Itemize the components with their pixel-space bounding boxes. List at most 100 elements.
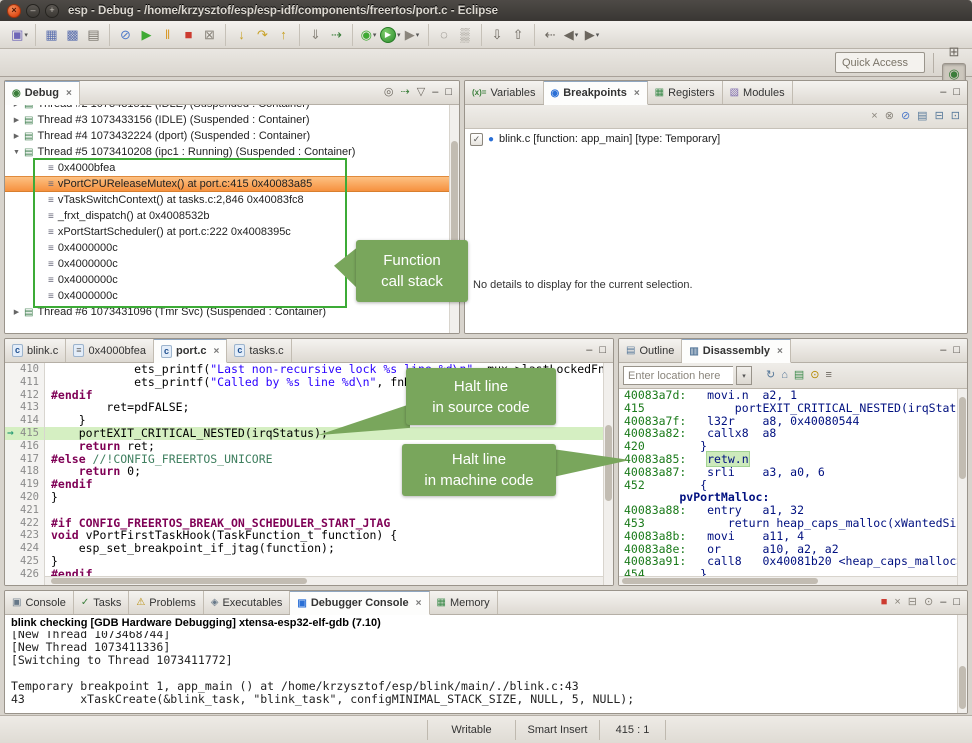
line-number[interactable]: 424 [5, 542, 44, 555]
refresh-icon[interactable]: ↻ [766, 370, 775, 381]
line-number[interactable]: 422 [5, 517, 44, 530]
instruction-stepping-button[interactable]: ⇢ [327, 25, 346, 45]
back-button[interactable]: ◀▾ [562, 25, 581, 45]
view-tab-variables[interactable]: (x)=Variables [465, 81, 544, 104]
line-number[interactable]: 421 [5, 504, 44, 517]
open-perspective-button[interactable]: ⊞ [942, 41, 966, 63]
disassembly-vertical-scrollbar[interactable] [957, 389, 967, 585]
console-tab-debugger-console[interactable]: ▣Debugger Console× [290, 591, 429, 615]
save-button[interactable]: ▦ [42, 25, 61, 45]
mark-occurrences-button[interactable]: ▒ [456, 25, 475, 45]
go-to-file-icon[interactable]: ▤ [917, 111, 927, 122]
line-number[interactable]: 416 [5, 440, 44, 453]
thread-row[interactable]: ▶▤Thread #4 1073432224 (dport) (Suspende… [5, 128, 459, 144]
previous-annotation-button[interactable]: ⇧ [509, 25, 528, 45]
show-source-icon[interactable]: ▤ [794, 370, 804, 381]
disassembly-horizontal-scrollbar[interactable] [619, 576, 957, 585]
step-into-button[interactable]: ↓ [232, 25, 251, 45]
twisty-icon[interactable]: ▶ [11, 105, 22, 108]
dropdown-arrow-icon[interactable]: ▾ [596, 31, 600, 39]
view-tab-outline[interactable]: ▤Outline [619, 339, 682, 362]
debug-button[interactable]: ◉▾ [359, 25, 378, 45]
maximize-icon[interactable]: □ [445, 87, 452, 98]
window-close-button[interactable]: × [7, 4, 21, 18]
line-number[interactable]: 411 [5, 376, 44, 389]
close-tab-icon[interactable]: × [214, 346, 220, 357]
console-tab-memory[interactable]: ▦Memory [430, 591, 498, 614]
resume-button[interactable]: ▶ [137, 25, 156, 45]
maximize-icon[interactable]: □ [953, 87, 960, 98]
disconnect-button[interactable]: ⊠ [200, 25, 219, 45]
dropdown-arrow-icon[interactable]: ▾ [24, 31, 28, 39]
location-input[interactable]: Enter location here [623, 366, 733, 385]
maximize-icon[interactable]: □ [953, 597, 960, 608]
console-output[interactable]: [New Thread 1073468744][New Thread 10734… [5, 631, 967, 713]
console-tab-executables[interactable]: ◈Executables [204, 591, 291, 614]
view-tab-disassembly[interactable]: ▥Disassembly× [682, 339, 791, 363]
instruction-stepping-mode-icon[interactable]: ⇢ [401, 87, 410, 98]
minimize-icon[interactable]: – [940, 345, 946, 356]
home-icon[interactable]: ⌂ [781, 370, 788, 381]
search-button[interactable]: ◌ [435, 25, 454, 45]
window-minimize-button[interactable]: – [26, 4, 40, 18]
stack-frame-row[interactable]: ≡xPortStartScheduler() at port.c:222 0x4… [5, 224, 459, 240]
window-maximize-button[interactable]: + [45, 4, 59, 18]
line-number[interactable]: 413 [5, 401, 44, 414]
minimize-icon[interactable]: – [940, 597, 946, 608]
twisty-icon[interactable]: ▶ [11, 132, 22, 140]
code-line[interactable]: } [51, 555, 613, 568]
editor-tab-blink-c[interactable]: cblink.c [5, 339, 66, 362]
line-number[interactable]: 418 [5, 465, 44, 478]
track-expression-icon[interactable]: ⊙ [810, 370, 819, 381]
drop-to-frame-button[interactable]: ⇓ [306, 25, 325, 45]
forward-button[interactable]: ▶▾ [583, 25, 602, 45]
last-edit-location-button[interactable]: ⇠ [541, 25, 560, 45]
view-tab-registers[interactable]: ▦Registers [648, 81, 723, 104]
scrollbar-thumb[interactable] [959, 666, 966, 709]
scroll-lock-icon[interactable]: ⊙ [924, 597, 933, 608]
show-breakpoints-for-selection-icon[interactable]: ⊘ [901, 111, 910, 122]
line-number[interactable]: 410 [5, 363, 44, 376]
skip-all-breakpoints-button[interactable]: ⊘ [116, 25, 135, 45]
line-number[interactable]: 417 [5, 453, 44, 466]
maximize-icon[interactable]: □ [953, 345, 960, 356]
scrollbar-thumb[interactable] [51, 578, 308, 584]
stack-frame-row[interactable]: ≡vTaskSwitchContext() at tasks.c:2,846 0… [5, 192, 459, 208]
breakpoints-list[interactable]: ✓ ● blink.c [function: app_main] [type: … [465, 129, 967, 333]
suspend-button[interactable]: ‖ [158, 25, 177, 45]
next-annotation-button[interactable]: ⇩ [488, 25, 507, 45]
minimize-icon[interactable]: – [940, 87, 946, 98]
console-tab-problems[interactable]: ⚠Problems [129, 591, 203, 614]
dropdown-arrow-icon[interactable]: ▾ [575, 31, 579, 39]
editor-tab-tasks-c[interactable]: ctasks.c [227, 339, 291, 362]
debug-tab-debug[interactable]: ◉Debug× [5, 81, 80, 105]
remove-launch-icon[interactable]: × [894, 597, 900, 608]
disassembly-listing[interactable]: 40083a7d: movi.n a2, 1415 portEXIT_CRITI… [619, 389, 967, 585]
thread-row[interactable]: ▶▤Thread #2 1073431512 (IDLE) (Suspended… [5, 105, 459, 112]
auto-update-icon[interactable]: ◎ [384, 87, 394, 98]
editor-vertical-scrollbar[interactable] [603, 363, 613, 585]
editor-tab-port-c[interactable]: cport.c× [154, 339, 227, 363]
editor-horizontal-scrollbar[interactable] [45, 576, 603, 585]
close-tab-icon[interactable]: × [634, 88, 640, 99]
twisty-icon[interactable]: ▶ [11, 308, 22, 316]
save-all-button[interactable]: ▩ [63, 25, 82, 45]
dropdown-arrow-icon[interactable]: ▾ [416, 31, 420, 39]
line-number[interactable]: 420 [5, 491, 44, 504]
remove-all-breakpoints-icon[interactable]: ⊗ [885, 111, 894, 122]
console-tab-tasks[interactable]: ✓Tasks [74, 591, 130, 614]
thread-row[interactable]: ▶▤Thread #6 1073431096 (Tmr Svc) (Suspen… [5, 304, 459, 320]
line-number[interactable]: 426 [5, 568, 44, 581]
line-number[interactable]: 419 [5, 478, 44, 491]
stack-frame-row[interactable]: ≡vPortCPUReleaseMutex() at port.c:415 0x… [5, 176, 459, 192]
link-with-debug-view-icon[interactable]: ⊡ [951, 111, 960, 122]
remove-all-launches-icon[interactable]: ⊟ [908, 597, 917, 608]
view-tab-modules[interactable]: ▧Modules [723, 81, 793, 104]
status-smart-insert[interactable]: Smart Insert [516, 720, 600, 740]
line-number[interactable]: →415 [5, 427, 44, 440]
minimize-icon[interactable]: – [432, 87, 438, 98]
editor-line-number-gutter[interactable]: 410411412413414→415416417418419420421422… [5, 363, 45, 585]
minimize-icon[interactable]: – [586, 345, 592, 356]
print-button[interactable]: ▤ [84, 25, 103, 45]
sc rollbar-thumb[interactable] [959, 397, 966, 479]
